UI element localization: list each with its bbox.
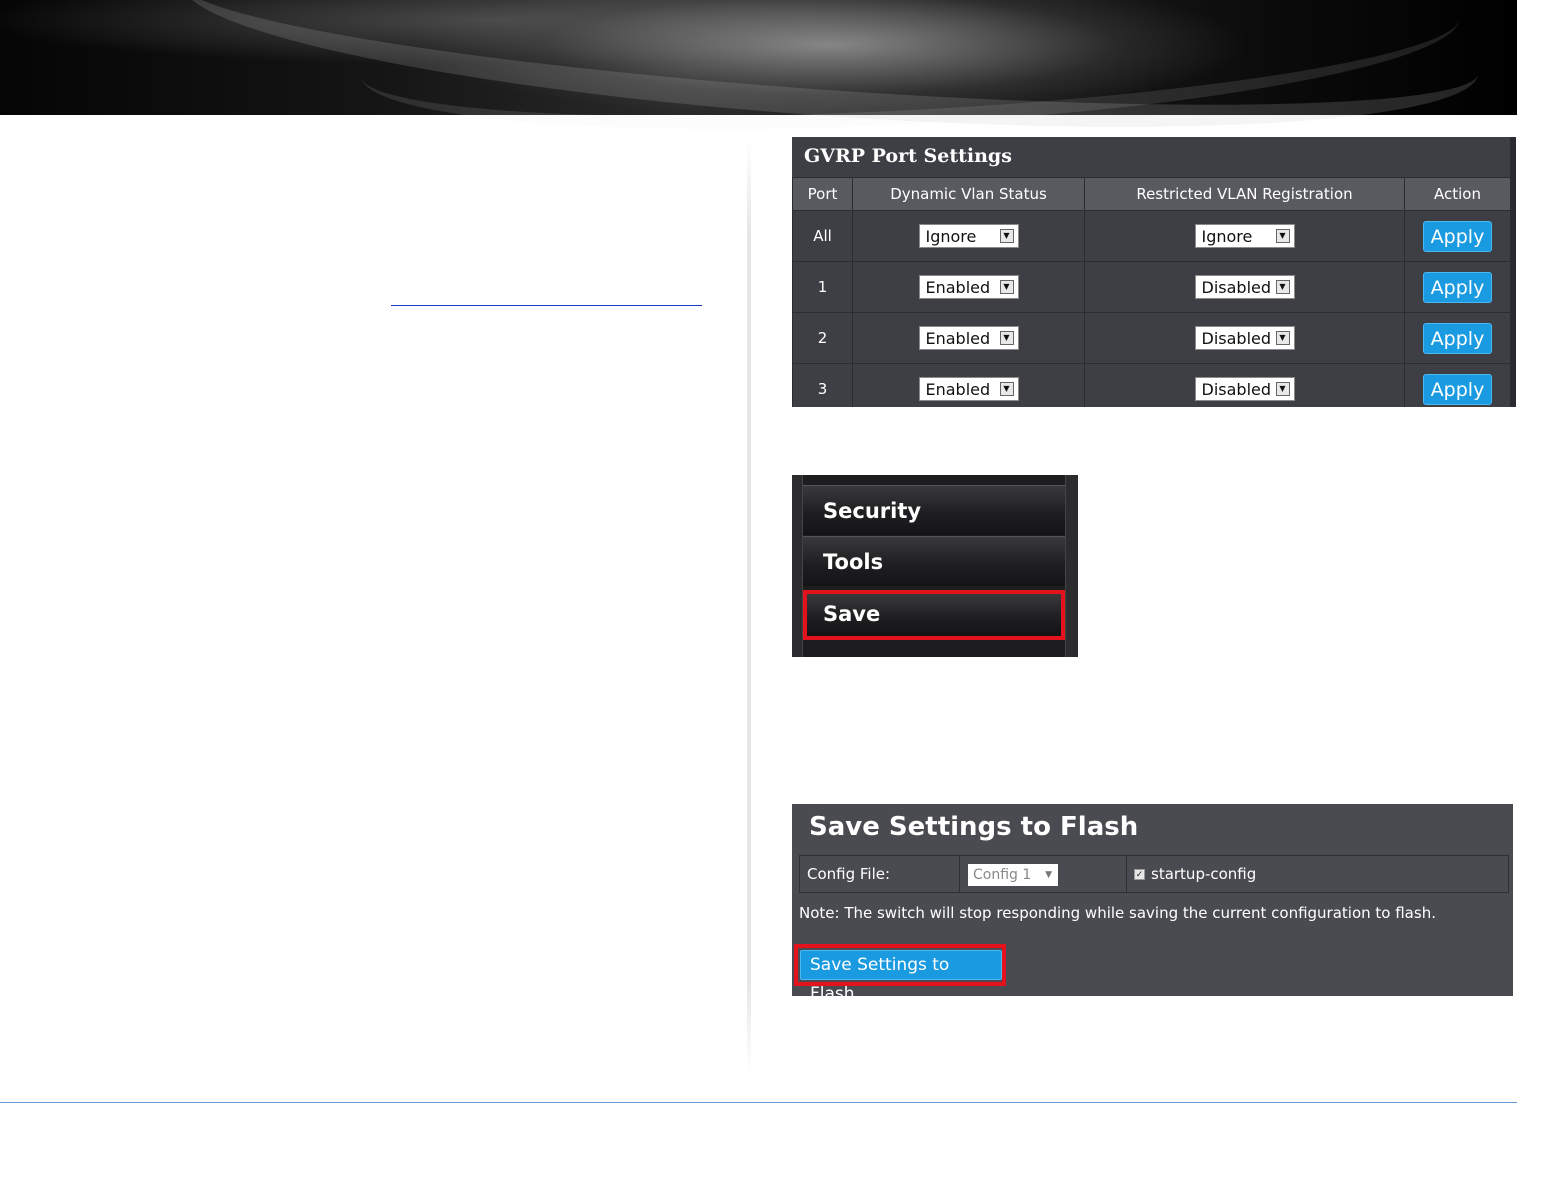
restricted-registration-cell: Disabled ▼	[1084, 312, 1405, 364]
restricted-registration-select[interactable]: Ignore ▼	[1194, 224, 1295, 248]
footer-rule	[0, 1102, 1517, 1103]
select-value: Ignore	[1201, 227, 1253, 246]
dropdown-arrow-icon: ▼	[1275, 382, 1290, 396]
table-header-row: Port Dynamic Vlan Status Restricted VLAN…	[792, 177, 1510, 211]
dynamic-status-select[interactable]: Ignore ▼	[918, 224, 1019, 248]
dropdown-arrow-icon: ▼	[999, 280, 1014, 294]
config-file-value: Config 1	[973, 867, 1032, 883]
dynamic-status-cell: Enabled ▼	[852, 312, 1085, 364]
config-file-row: Config File: Config 1 ▼ ✓ startup-config	[799, 855, 1509, 893]
restricted-registration-cell: Disabled ▼	[1084, 363, 1405, 407]
dynamic-status-cell: Enabled ▼	[852, 363, 1085, 407]
action-cell: Apply	[1404, 210, 1510, 262]
dropdown-arrow-icon: ▼	[1275, 280, 1290, 294]
action-cell: Apply	[1404, 312, 1510, 364]
select-value: Ignore	[925, 227, 977, 246]
chevron-down-icon: ▼	[1045, 870, 1052, 880]
save-settings-panel: Save Settings to Flash Config File: Conf…	[792, 804, 1513, 1004]
startup-config-label: startup-config	[1151, 865, 1257, 883]
column-divider	[747, 140, 751, 1075]
restricted-registration-select[interactable]: Disabled ▼	[1194, 275, 1295, 299]
save-settings-to-flash-button[interactable]: Save Settings to Flash	[800, 950, 1002, 1004]
header-banner	[0, 0, 1517, 162]
save-panel-title: Save Settings to Flash	[809, 812, 1139, 842]
table-row: All Ignore ▼ Ignore ▼ Apply	[792, 210, 1510, 262]
menu-right-rail	[1065, 475, 1078, 657]
dynamic-status-select[interactable]: Enabled ▼	[918, 377, 1019, 401]
action-cell: Apply	[1404, 261, 1510, 313]
gvrp-panel-title: GVRP Port Settings	[792, 137, 1510, 177]
table-row: 1 Enabled ▼ Disabled ▼ Apply	[792, 261, 1510, 313]
restricted-registration-select[interactable]: Disabled ▼	[1194, 326, 1295, 350]
column-header-port: Port	[792, 177, 853, 211]
dynamic-status-select[interactable]: Enabled ▼	[918, 275, 1019, 299]
startup-config-cell: ✓ startup-config	[1127, 856, 1508, 892]
apply-button[interactable]: Apply	[1422, 373, 1493, 405]
select-value: Disabled	[1201, 329, 1272, 348]
sidebar-menu-snippet: Security Tools Save	[792, 475, 1078, 657]
select-value: Disabled	[1201, 380, 1272, 399]
table-row: 3 Enabled ▼ Disabled ▼ Apply	[792, 363, 1510, 407]
restricted-registration-select[interactable]: Disabled ▼	[1194, 377, 1295, 401]
startup-config-checkbox[interactable]: ✓	[1134, 869, 1145, 880]
highlight-box: Save Settings to Flash	[794, 944, 1006, 1004]
sidebar-item-save[interactable]: Save	[803, 590, 1065, 640]
apply-button[interactable]: Apply	[1422, 322, 1493, 354]
action-cell: Apply	[1404, 363, 1510, 407]
port-cell: All	[792, 210, 853, 262]
restricted-registration-cell: Ignore ▼	[1084, 210, 1405, 262]
dropdown-arrow-icon: ▼	[1275, 331, 1290, 345]
select-value: Enabled	[925, 329, 991, 348]
dropdown-arrow-icon: ▼	[999, 382, 1014, 396]
dropdown-arrow-icon: ▼	[999, 229, 1014, 243]
gvrp-port-settings-panel: GVRP Port Settings Port Dynamic Vlan Sta…	[792, 137, 1516, 407]
dropdown-arrow-icon: ▼	[1275, 229, 1290, 243]
save-note-text: Note: The switch will stop responding wh…	[799, 904, 1436, 922]
dynamic-status-select[interactable]: Enabled ▼	[918, 326, 1019, 350]
sidebar-item-tools[interactable]: Tools	[803, 536, 1065, 586]
column-header-restricted-vlan-registration: Restricted VLAN Registration	[1084, 177, 1405, 211]
dropdown-arrow-icon: ▼	[999, 331, 1014, 345]
select-value: Enabled	[925, 380, 991, 399]
select-value: Disabled	[1201, 278, 1272, 297]
port-cell: 3	[792, 363, 853, 407]
dynamic-status-cell: Ignore ▼	[852, 210, 1085, 262]
port-cell: 2	[792, 312, 853, 364]
config-file-label: Config File:	[800, 856, 960, 892]
config-file-select[interactable]: Config 1 ▼	[968, 864, 1058, 886]
port-cell: 1	[792, 261, 853, 313]
menu-left-rail	[792, 475, 803, 657]
restricted-registration-cell: Disabled ▼	[1084, 261, 1405, 313]
sidebar-item-security[interactable]: Security	[803, 485, 1065, 535]
table-row: 2 Enabled ▼ Disabled ▼ Apply	[792, 312, 1510, 364]
apply-button[interactable]: Apply	[1422, 271, 1493, 303]
column-header-action: Action	[1404, 177, 1510, 211]
gvrp-port-table: Port Dynamic Vlan Status Restricted VLAN…	[792, 177, 1510, 407]
select-value: Enabled	[925, 278, 991, 297]
banner-swoosh-secondary	[356, 0, 1464, 153]
dynamic-status-cell: Enabled ▼	[852, 261, 1085, 313]
hyperlink-underline[interactable]	[391, 305, 702, 306]
column-header-dynamic-vlan-status: Dynamic Vlan Status	[852, 177, 1085, 211]
config-file-cell: Config 1 ▼	[960, 856, 1127, 892]
apply-button[interactable]: Apply	[1422, 220, 1493, 252]
